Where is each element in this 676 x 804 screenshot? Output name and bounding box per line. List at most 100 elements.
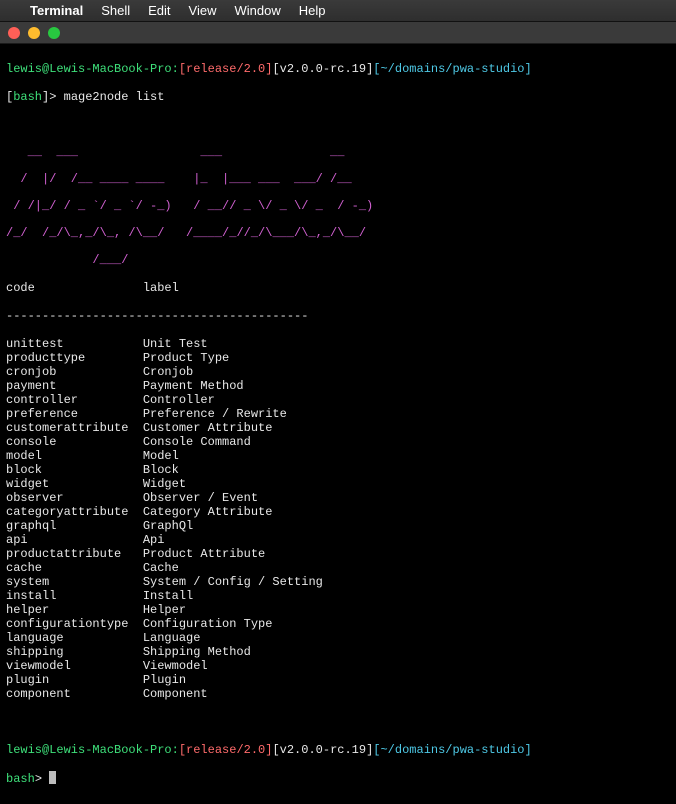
row-code: component <box>6 687 143 701</box>
menu-view[interactable]: View <box>189 4 217 18</box>
blank-line <box>6 715 670 729</box>
shell-name: bash <box>13 90 42 104</box>
table-row: modelModel <box>6 449 670 463</box>
app-name[interactable]: Terminal <box>30 4 83 18</box>
table-row: shippingShipping Method <box>6 645 670 659</box>
row-label: Install <box>143 589 193 603</box>
prompt-path: [~/domains/pwa-studio] <box>373 62 531 76</box>
command-text: mage2node list <box>64 90 165 104</box>
terminal-output[interactable]: lewis@Lewis-MacBook-Pro:[release/2.0][v2… <box>0 44 676 804</box>
ascii-art-line: /_/ /_/\_,_/\_, /\__/ /____/_//_/\___/\_… <box>6 227 670 240</box>
row-label: GraphQl <box>143 519 193 533</box>
row-code: categoryattribute <box>6 505 143 519</box>
ascii-art-line: / /|_/ / _ `/ _ `/ -_) / __// _ \/ _ \/ … <box>6 200 670 213</box>
header-code: code <box>6 281 143 295</box>
row-label: Plugin <box>143 673 186 687</box>
row-code: producttype <box>6 351 143 365</box>
close-icon[interactable] <box>8 27 20 39</box>
shell-name: bash <box>6 772 35 786</box>
row-label: Api <box>143 533 165 547</box>
row-code: controller <box>6 393 143 407</box>
row-code: api <box>6 533 143 547</box>
table-divider: ----------------------------------------… <box>6 309 670 323</box>
table-row: graphqlGraphQl <box>6 519 670 533</box>
row-code: shipping <box>6 645 143 659</box>
row-label: Console Command <box>143 435 251 449</box>
row-label: Model <box>143 449 179 463</box>
row-label: Configuration Type <box>143 617 273 631</box>
menu-help[interactable]: Help <box>299 4 326 18</box>
row-code: payment <box>6 379 143 393</box>
table-row: observerObserver / Event <box>6 491 670 505</box>
cursor-icon <box>49 771 56 784</box>
row-label: Category Attribute <box>143 505 273 519</box>
row-label: Widget <box>143 477 186 491</box>
shell-prompt[interactable]: bash> <box>6 771 670 786</box>
row-label: Component <box>143 687 208 701</box>
blank-line <box>6 118 670 132</box>
table-row: productattributeProduct Attribute <box>6 547 670 561</box>
window-titlebar <box>0 22 676 44</box>
table-row: installInstall <box>6 589 670 603</box>
row-code: install <box>6 589 143 603</box>
table-row: configurationtypeConfiguration Type <box>6 617 670 631</box>
table-row: blockBlock <box>6 463 670 477</box>
table-row: componentComponent <box>6 687 670 701</box>
table-row: preferencePreference / Rewrite <box>6 407 670 421</box>
header-label: label <box>143 281 179 295</box>
row-label: Language <box>143 631 201 645</box>
row-label: Helper <box>143 603 186 617</box>
table-row: apiApi <box>6 533 670 547</box>
row-label: Viewmodel <box>143 659 208 673</box>
table-header: codelabel <box>6 281 670 295</box>
row-label: Product Type <box>143 351 229 365</box>
minimize-icon[interactable] <box>28 27 40 39</box>
macos-menubar: Terminal Shell Edit View Window Help <box>0 0 676 22</box>
table-row: languageLanguage <box>6 631 670 645</box>
table-row: cacheCache <box>6 561 670 575</box>
row-code: configurationtype <box>6 617 143 631</box>
prompt-path: [~/domains/pwa-studio] <box>373 743 531 757</box>
table-row: pluginPlugin <box>6 673 670 687</box>
menu-window[interactable]: Window <box>235 4 281 18</box>
row-code: widget <box>6 477 143 491</box>
prompt-userhost: lewis@Lewis-MacBook-Pro: <box>6 743 179 757</box>
row-code: graphql <box>6 519 143 533</box>
traffic-lights <box>8 27 60 39</box>
row-code: model <box>6 449 143 463</box>
table-row: widgetWidget <box>6 477 670 491</box>
prompt-line: lewis@Lewis-MacBook-Pro:[release/2.0][v2… <box>6 62 670 76</box>
row-code: console <box>6 435 143 449</box>
prompt-branch: [release/2.0] <box>179 743 273 757</box>
menu-shell[interactable]: Shell <box>101 4 130 18</box>
row-label: Observer / Event <box>143 491 258 505</box>
row-code: observer <box>6 491 143 505</box>
bracket-close: ]> <box>42 90 64 104</box>
menu-edit[interactable]: Edit <box>148 4 170 18</box>
row-code: language <box>6 631 143 645</box>
row-code: customerattribute <box>6 421 143 435</box>
row-code: preference <box>6 407 143 421</box>
row-label: Unit Test <box>143 337 208 351</box>
row-code: block <box>6 463 143 477</box>
divider-code: ------------------- <box>6 309 143 323</box>
table-row: cronjobCronjob <box>6 365 670 379</box>
zoom-icon[interactable] <box>48 27 60 39</box>
table-row: unittestUnit Test <box>6 337 670 351</box>
row-label: Block <box>143 463 179 477</box>
row-label: Product Attribute <box>143 547 265 561</box>
prompt-line: lewis@Lewis-MacBook-Pro:[release/2.0][v2… <box>6 743 670 757</box>
prompt-suffix: > <box>35 772 49 786</box>
ascii-art-line: /___/ <box>6 254 670 267</box>
row-code: helper <box>6 603 143 617</box>
table-row: paymentPayment Method <box>6 379 670 393</box>
ascii-art-line: __ ___ ___ __ <box>6 146 670 159</box>
row-code: cache <box>6 561 143 575</box>
table-row: controllerController <box>6 393 670 407</box>
table-row: viewmodelViewmodel <box>6 659 670 673</box>
row-code: productattribute <box>6 547 143 561</box>
divider-label: ----------------------- <box>143 309 309 323</box>
row-label: Cronjob <box>143 365 193 379</box>
row-code: system <box>6 575 143 589</box>
table-row: categoryattributeCategory Attribute <box>6 505 670 519</box>
